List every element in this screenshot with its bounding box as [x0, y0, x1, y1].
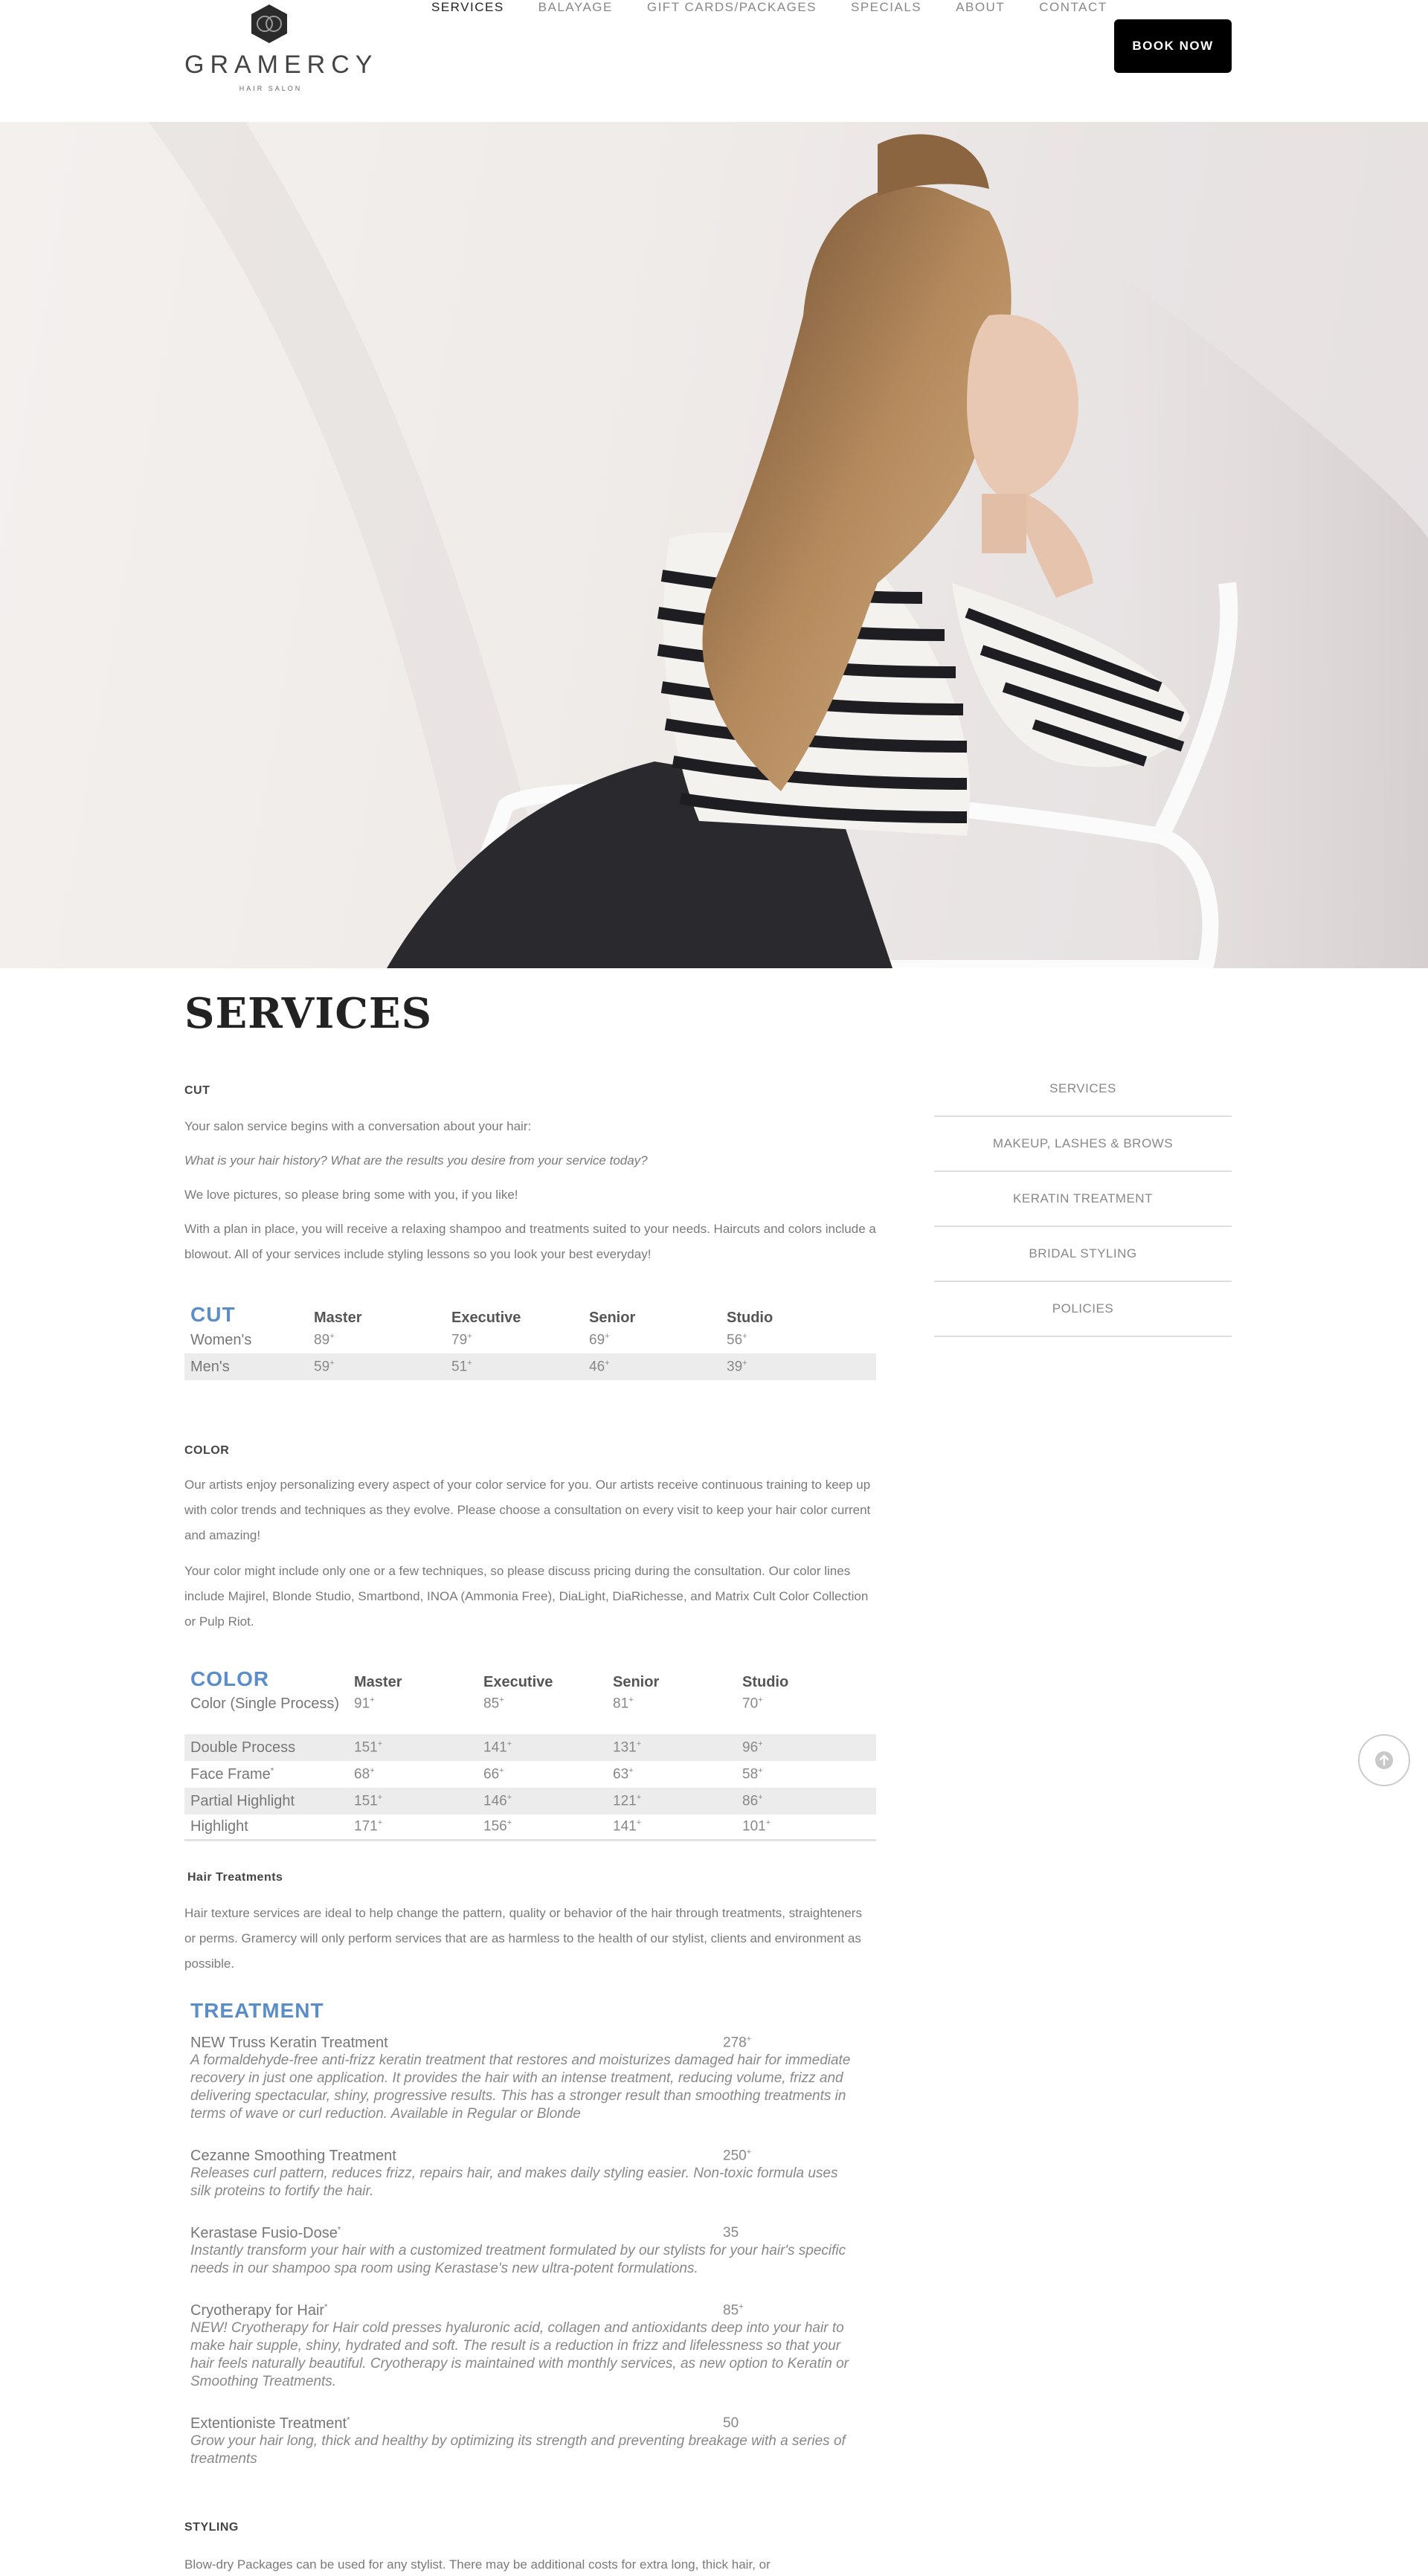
table-row: Double Process 151+ 141+ 131+ 96+	[184, 1734, 876, 1761]
cut-paragraph-4: With a plan in place, you will receive a…	[184, 1222, 876, 1261]
logo-wordmark: GRAMERCY	[184, 51, 379, 79]
nav-about[interactable]: ABOUT	[956, 0, 1005, 16]
sidebar-item-makeup[interactable]: MAKEUP, LASHES & BROWS	[934, 1117, 1232, 1172]
styling-heading: STYLING	[184, 2521, 239, 2534]
col-master: Master	[314, 1310, 362, 1326]
treatments-paragraph: Hair texture services are ideal to help …	[184, 1906, 862, 1971]
sidebar-item-keratin[interactable]: KERATIN TREATMENT	[934, 1172, 1232, 1227]
treatment-table-title: TREATMENT	[190, 1999, 324, 2022]
color-heading: COLOR	[184, 1444, 230, 1457]
color-table-title: COLOR	[190, 1667, 270, 1690]
col-studio: Studio	[727, 1310, 774, 1326]
nav-specials[interactable]: SPECIALS	[851, 0, 922, 16]
styling-paragraph: Blow-dry Packages can be used for any st…	[184, 2557, 771, 2572]
sidebar-item-policies[interactable]: POLICIES	[934, 1282, 1232, 1337]
book-now-button[interactable]: BOOK NOW	[1114, 19, 1232, 73]
hero-image	[0, 122, 1428, 968]
col-senior: Senior	[613, 1674, 660, 1690]
sidebar-item-services[interactable]: SERVICES	[934, 1062, 1232, 1117]
logo-hex-icon	[251, 4, 287, 43]
table-row: Face Frame* 68+ 66+ 63+ 58+	[190, 1765, 763, 1783]
col-executive: Executive	[483, 1674, 553, 1690]
table-row: Women's 89+ 79+ 69+ 56+	[190, 1331, 747, 1348]
list-item: Cryotherapy for Hair* 85+ NEW! Cryothera…	[190, 2302, 849, 2389]
color-paragraph-1: Our artists enjoy personalizing every as…	[184, 1478, 871, 1542]
table-row: Highlight 171+ 156+ 141+ 101+	[184, 1815, 876, 1841]
scroll-to-top-button[interactable]	[1358, 1734, 1410, 1786]
services-sidebar: SERVICES MAKEUP, LASHES & BROWS KERATIN …	[934, 1062, 1232, 1337]
col-master: Master	[354, 1674, 402, 1690]
col-studio: Studio	[742, 1674, 789, 1690]
col-senior: Senior	[589, 1310, 636, 1326]
cut-paragraph-3: We love pictures, so please bring some w…	[184, 1188, 518, 1202]
list-item: Cezanne Smoothing Treatment 250+ Release…	[190, 2148, 838, 2199]
color-price-table: COLOR Master Executive Senior Studio Col…	[184, 1655, 876, 1841]
cut-heading: CUT	[184, 1084, 210, 1097]
list-item: Kerastase Fusio-Dose* 35 Instantly trans…	[190, 2225, 846, 2276]
main-nav: SERVICES BALAYAGE GIFT CARDS/PACKAGES SP…	[431, 0, 1142, 16]
cut-table-title: CUT	[190, 1303, 236, 1326]
logo-subtitle: HAIR SALON	[239, 85, 303, 92]
cut-paragraph-1: Your salon service begins with a convers…	[184, 1119, 532, 1133]
logo[interactable]: GRAMERCY HAIR SALON	[184, 0, 379, 97]
color-paragraph-2: Your color might include only one or a f…	[184, 1564, 869, 1629]
cut-price-table: CUT Master Executive Senior Studio Women…	[184, 1292, 876, 1380]
nav-balayage[interactable]: BALAYAGE	[538, 0, 613, 16]
nav-gift-cards[interactable]: GIFT CARDS/PACKAGES	[647, 0, 817, 16]
col-executive: Executive	[451, 1310, 521, 1326]
nav-contact[interactable]: CONTACT	[1039, 0, 1107, 16]
cut-paragraph-2: What is your hair history? What are the …	[184, 1153, 648, 1168]
list-item: Extentioniste Treatment* 50 Grow your ha…	[190, 2415, 846, 2467]
table-row: Men's 59+ 51+ 46+ 39+	[184, 1353, 876, 1380]
site-header: GRAMERCY HAIR SALON SERVICES BALAYAGE GI…	[0, 0, 1428, 122]
nav-services[interactable]: SERVICES	[431, 0, 504, 16]
sidebar-item-bridal[interactable]: BRIDAL STYLING	[934, 1227, 1232, 1282]
page-title: SERVICES	[184, 989, 433, 1038]
table-row: Partial Highlight 151+ 146+ 121+ 86+	[184, 1788, 876, 1815]
hero-illustration	[149, 122, 1428, 968]
list-item: NEW Truss Keratin Treatment 278+ A forma…	[190, 2035, 851, 2122]
treatments-heading: Hair Treatments	[187, 1871, 283, 1884]
arrow-up-icon	[1375, 1751, 1393, 1769]
table-row: Color (Single Process) 91+ 85+ 81+ 70+	[190, 1696, 763, 1712]
